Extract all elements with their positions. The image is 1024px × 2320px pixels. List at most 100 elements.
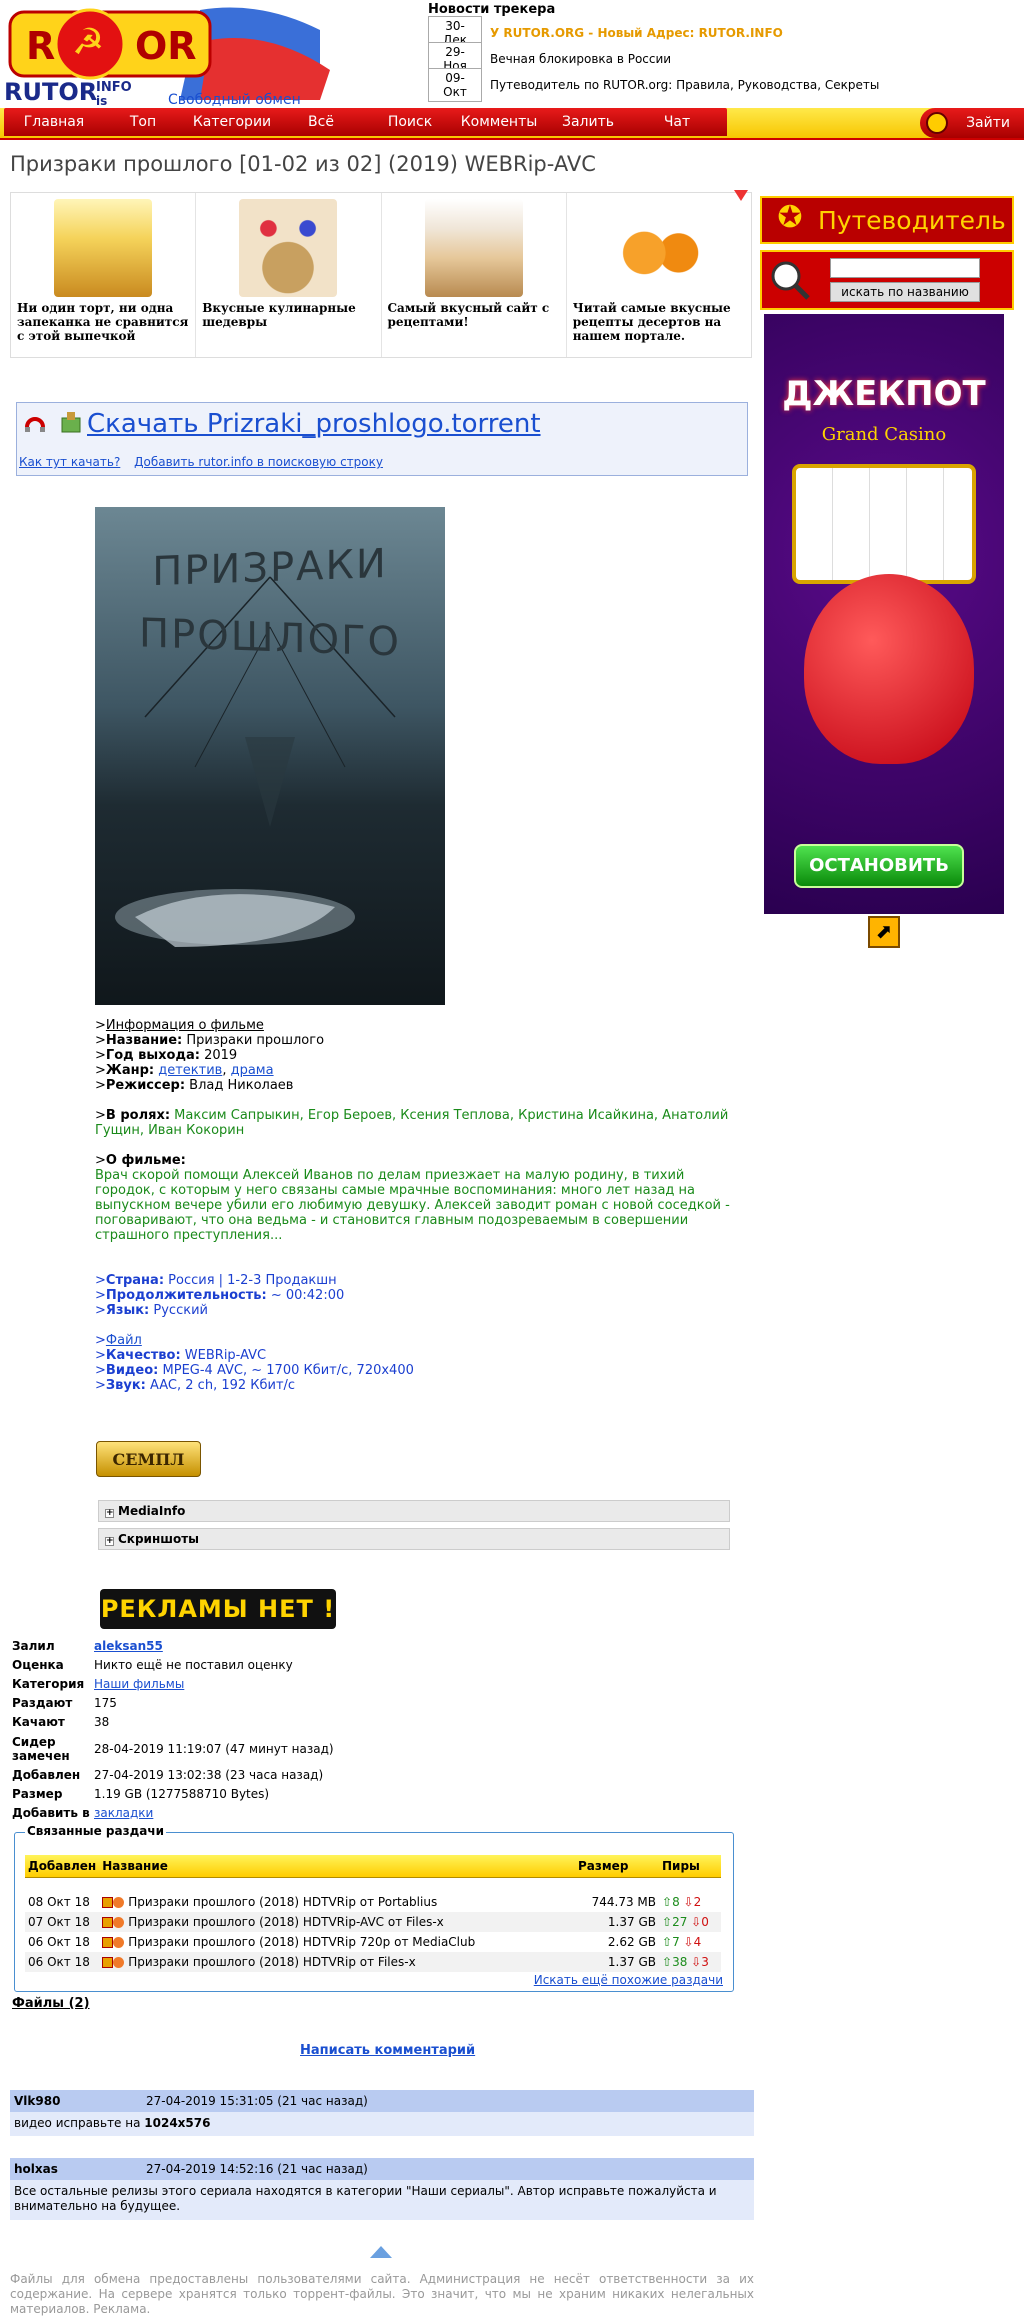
row-name[interactable]: Призраки прошлого (2018) HDTVRip от File… [128, 1955, 415, 1969]
download-torrent-link[interactable]: Скачать Prizraki_proshlogo.torrent [87, 409, 541, 439]
ribbon-3: Трекер [330, 78, 379, 93]
ad-text[interactable]: Читай самые вкусные рецепты десертов на … [573, 301, 745, 343]
comment-text: Все остальные релизы этого сериала наход… [14, 2184, 717, 2213]
files-link[interactable]: Файлы (2) [12, 1996, 90, 2011]
news-date: 09-Окт [428, 68, 482, 102]
ad-card[interactable]: Читай самые вкусные рецепты десертов на … [567, 193, 751, 357]
download-icon[interactable] [102, 1896, 114, 1908]
magnet-icon[interactable] [23, 413, 47, 437]
table-row[interactable]: 06 Окт 18 Призраки прошлого (2018) HDTVR… [25, 1932, 721, 1952]
news-text[interactable]: Путеводитель по RUTOR.org: Правила, Руко… [490, 78, 879, 92]
add-search-provider-link[interactable]: Добавить rutor.info в поисковую строку [134, 455, 383, 469]
magnet-icon[interactable] [113, 1956, 125, 1968]
ad-text[interactable]: Ни один торт, ни одна запеканка не сравн… [17, 301, 189, 343]
download-box: Скачать Prizraki_proshlogo.torrent Как т… [16, 402, 748, 476]
how-to-download-link[interactable]: Как тут качать? [19, 455, 120, 469]
nav-upload[interactable]: Залить [538, 108, 638, 136]
ribbon-2: Лучший [330, 46, 384, 61]
download-icon[interactable] [102, 1956, 114, 1968]
ad-card[interactable]: Самый вкусный сайт с рецептами! [382, 193, 567, 357]
comment-bold: 1024x576 [144, 2116, 211, 2130]
login-button[interactable]: Зайти [920, 108, 1024, 138]
news-text[interactable]: У RUTOR.ORG - Новый Адрес: RUTOR.INFO [490, 26, 783, 40]
sidebar-search: искать по названию [760, 250, 1014, 310]
nav-top[interactable]: Топ [93, 108, 193, 136]
torrent-package-icon[interactable] [61, 411, 81, 433]
row-date: 07 Окт 18 [25, 1911, 100, 1932]
ad-image[interactable] [54, 199, 153, 297]
nav-all[interactable]: Всё [271, 108, 371, 136]
row-seeders: 27 [672, 1914, 688, 1929]
write-comment-link[interactable]: Написать комментарий [300, 2043, 475, 2058]
no-ads-banner: РЕКЛАМЫ НЕТ ! [100, 1589, 336, 1629]
spoiler-screenshots[interactable]: + Скриншоты [98, 1528, 730, 1550]
news-item[interactable]: 09-Окт Путеводитель по RUTOR.org: Правил… [428, 68, 1024, 102]
spoiler-mediainfo[interactable]: + MediaInfo [98, 1500, 730, 1522]
slot-machine [792, 464, 976, 584]
news-item[interactable]: 29-Ноя Вечная блокировка в России [428, 42, 1024, 76]
comment-header: Vlk980 27-04-2019 15:31:05 (21 час назад… [10, 2090, 754, 2112]
site-logo[interactable]: R ☭ OR RUTOR INFO is Свободный обмен Сам… [0, 0, 420, 108]
ad-open-icon[interactable]: ⬈ [868, 916, 900, 948]
comment-user[interactable]: holxas [14, 2158, 58, 2180]
ad-image[interactable] [609, 199, 708, 297]
file-heading[interactable]: Файл [106, 1333, 142, 1348]
table-row[interactable]: 08 Окт 18 Призраки прошлого (2018) HDTVR… [25, 1892, 721, 1912]
nav-chat[interactable]: Чат [627, 108, 727, 136]
bookmark-link[interactable]: закладки [94, 1806, 153, 1820]
uploader-link[interactable]: aleksan55 [94, 1639, 163, 1653]
more-similar-link[interactable]: Искать ещё похожие раздачи [534, 1973, 723, 1987]
table-row[interactable]: 06 Окт 18 Призраки прошлого (2018) HDTVR… [25, 1951, 721, 1972]
row-date: 06 Окт 18 [25, 1951, 100, 1972]
ad-strip: Ни один торт, ни одна запеканка не сравн… [10, 192, 752, 358]
ad-image[interactable] [239, 199, 338, 297]
genre-link[interactable]: детектив [158, 1063, 222, 1078]
casino-ad[interactable]: ДЖЕКПОТ Grand Casino ОСТАНОВИТЬ [764, 314, 1004, 914]
ad-card[interactable]: Вкусные кулинарные шедевры [196, 193, 382, 357]
scroll-top-icon[interactable] [370, 2246, 392, 2258]
ad-choices-icon[interactable] [734, 190, 748, 201]
uploader-label: Залил [12, 1639, 55, 1653]
genre-link[interactable]: драма [231, 1063, 274, 1078]
leeching-label: Качают [12, 1715, 65, 1729]
ad-card[interactable]: Ни один торт, ни одна запеканка не сравн… [11, 193, 197, 357]
magnet-icon[interactable] [113, 1936, 125, 1948]
info-heading[interactable]: Информация о фильме [106, 1018, 264, 1033]
row-name[interactable]: Призраки прошлого (2018) HDTVRip-AVC от … [128, 1915, 444, 1929]
nav-comments[interactable]: Комменты [449, 108, 549, 136]
page-title: Призраки прошлого [01-02 из 02] (2019) W… [10, 152, 596, 176]
row-date: 08 Окт 18 [28, 1894, 90, 1909]
main-nav: Главная Топ Категории Всё Поиск Комменты… [0, 108, 1024, 140]
search-input[interactable] [830, 258, 980, 278]
magnet-icon[interactable] [113, 1916, 125, 1928]
comment-body: видео исправьте на 1024x576 [10, 2112, 754, 2136]
magnet-icon[interactable] [113, 1896, 125, 1908]
guide-person-icon: ✪ [777, 200, 803, 235]
table-row[interactable]: 07 Окт 18 Призраки прошлого (2018) HDTVR… [25, 1911, 721, 1932]
row-leechers: 2 [693, 1894, 702, 1909]
nav-search[interactable]: Поиск [360, 108, 460, 136]
news-text[interactable]: Вечная блокировка в России [490, 52, 671, 66]
related-torrents: Связанные раздачи Добавлен Название Разм… [14, 1824, 734, 1992]
comment-user[interactable]: Vlk980 [14, 2090, 60, 2112]
row-name[interactable]: Призраки прошлого (2018) HDTVRip 720p от… [128, 1935, 475, 1949]
download-icon[interactable] [102, 1916, 114, 1928]
row-name[interactable]: Призраки прошлого (2018) HDTVRip от Port… [128, 1895, 437, 1909]
nav-categories[interactable]: Категории [182, 108, 282, 136]
news-title: Новости трекера [428, 2, 556, 17]
nav-home[interactable]: Главная [4, 108, 104, 136]
ad-text[interactable]: Вкусные кулинарные шедевры [202, 301, 374, 329]
size-label: Размер [12, 1787, 63, 1801]
download-icon[interactable] [102, 1936, 114, 1948]
size-value: 1.19 GB (1277588710 Bytes) [94, 1787, 270, 1801]
category-link[interactable]: Наши фильмы [94, 1677, 184, 1691]
guide-banner[interactable]: ✪ Путеводитель [760, 196, 1014, 244]
ad-image[interactable] [424, 199, 523, 297]
comment-body: Все остальные релизы этого сериала наход… [10, 2180, 754, 2220]
name-value: Призраки прошлого [186, 1033, 325, 1048]
news-item[interactable]: 30-Дек У RUTOR.ORG - Новый Адрес: RUTOR.… [428, 16, 1024, 50]
ad-text[interactable]: Самый вкусный сайт с рецептами! [388, 301, 560, 329]
casino-stop-button[interactable]: ОСТАНОВИТЬ [794, 844, 964, 888]
sample-button[interactable]: СЕМПЛ [96, 1441, 201, 1477]
search-button[interactable]: искать по названию [830, 282, 980, 302]
